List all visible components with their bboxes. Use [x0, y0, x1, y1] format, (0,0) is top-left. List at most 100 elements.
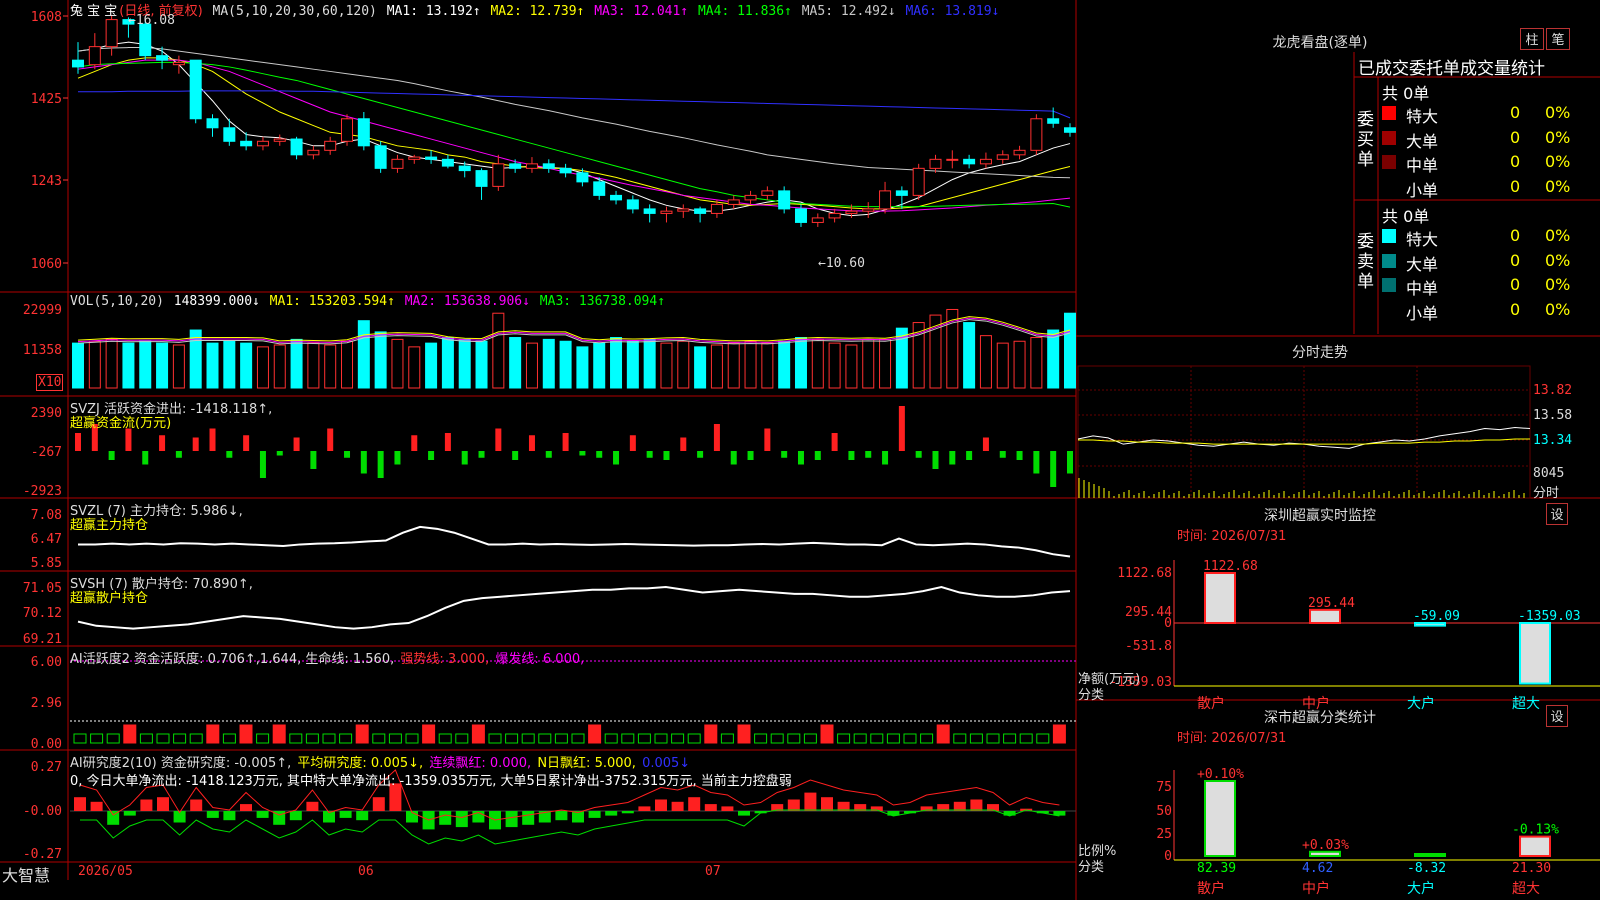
candle-body-18 [374, 145, 387, 169]
ai-research-bar-31 [588, 811, 601, 818]
ai-research-bar-35 [655, 799, 667, 811]
ai-active-bar-50 [903, 733, 917, 744]
cls-cat-0: 散户 [1197, 880, 1225, 897]
ma-value-2: MA2: 12.739↑ [482, 4, 585, 19]
vol-bar-8 [206, 342, 219, 389]
research-last-label: 0.005↓ [642, 756, 691, 771]
candle-body-23 [458, 165, 471, 172]
ma-line-MA6 [78, 90, 1071, 119]
svzj-bar-43 [797, 451, 804, 465]
vol-bar-42 [778, 340, 791, 389]
ai-active-bar-17 [355, 724, 369, 744]
cls-tick-1: 50 [1156, 804, 1172, 819]
ai-active-bar-30 [571, 733, 585, 744]
vol-bar-36 [677, 340, 690, 389]
sell-row-count-0: 0 [1510, 226, 1521, 245]
buy-row-count-2: 0 [1510, 152, 1521, 171]
svzj-bar-13 [293, 437, 300, 451]
svzj-bar-18 [377, 451, 384, 478]
ai-research-bar-9 [223, 811, 236, 821]
sz-tick-3: -531.8 [1125, 639, 1172, 654]
buy-row-pct-1: 0% [1545, 127, 1571, 147]
svzj-bar-0 [75, 433, 81, 451]
svzj-bar-5 [159, 435, 166, 451]
stroke-view-button[interactable]: 笔 [1546, 28, 1570, 50]
vol-bar-55 [996, 342, 1009, 389]
svzj-bar-29 [562, 433, 569, 451]
ai-active-bar-0 [73, 733, 87, 744]
vol-bar-18 [374, 331, 387, 389]
vol-tick-1: 11358 [23, 343, 62, 358]
svzj-bar-2 [108, 451, 115, 460]
svzj-bar-24 [478, 451, 485, 458]
svzl-subtitle: 超赢主力持仓 [70, 518, 149, 533]
sell-row-name-0: 特大 [1406, 230, 1439, 249]
ai-active-bar-34 [637, 733, 651, 744]
ai-research-bar-1 [90, 801, 103, 811]
svzj-bar-28 [545, 451, 552, 458]
buy-row-name-0: 特大 [1406, 107, 1439, 126]
vol-bar-9 [223, 340, 236, 389]
candle-body-33 [626, 199, 639, 210]
ai-active-bar-20 [405, 733, 419, 744]
vol-bar-59 [1064, 312, 1076, 389]
svzj-bar-42 [781, 451, 788, 458]
vol-bar-56 [1013, 340, 1026, 389]
vol-bar-47 [862, 338, 875, 389]
ai-active-bar-38 [704, 724, 718, 744]
svzl-tick-0: 7.08 [31, 508, 62, 523]
cls-tick-2: 25 [1156, 827, 1172, 842]
ai-active-bar-41 [754, 733, 768, 744]
vol-bar-57 [1030, 337, 1043, 389]
svzj-tick-2: -2923 [23, 484, 62, 499]
cls-top-label-0: +0.10% [1197, 767, 1244, 782]
vol-bar-0 [72, 342, 84, 389]
column-view-button[interactable]: 柱 [1520, 28, 1544, 50]
ai-active-bar-3 [123, 724, 137, 744]
vol-value: 148399.000↓ [173, 294, 260, 309]
svzj-bar-55 [999, 451, 1006, 458]
cls-settings-button[interactable]: 设 [1546, 705, 1568, 727]
candle-body-20 [408, 156, 421, 160]
sz-tick-2: 0 [1164, 616, 1172, 631]
svzj-bar-39 [730, 451, 737, 465]
cls-bar-2 [1414, 853, 1446, 857]
candle-body-28 [542, 163, 555, 169]
low-marker: ←10.60 [818, 256, 865, 271]
buy-row-swatch-0 [1382, 106, 1396, 120]
candle-body-17 [357, 118, 370, 147]
ai-research-bar-44 [804, 792, 817, 811]
vol-bar-20 [408, 346, 421, 389]
avg-research-label: 平均研究度: 0.005↓, [297, 756, 424, 771]
candle-body-16 [341, 118, 354, 142]
svzj-bar-16 [344, 451, 351, 458]
ai-research-bar-13 [289, 811, 302, 821]
svzj-bar-49 [898, 406, 905, 451]
svzj-bar-47 [865, 451, 872, 458]
ai-active-bar-18 [372, 733, 386, 744]
ai-active-bar-49 [886, 733, 900, 744]
candle-body-56 [1013, 149, 1026, 156]
vol-bar-1 [88, 340, 101, 389]
svzj-bar-23 [461, 451, 468, 465]
ai-active-bar-39 [720, 733, 734, 744]
cls-time: 时间: 2026/07/31 [1177, 731, 1287, 746]
sell-row-count-3: 0 [1510, 299, 1521, 319]
candle-body-47 [862, 208, 875, 212]
ai-research-bar-36 [671, 801, 684, 811]
cls-stats-title: 深市超赢分类统计 [1264, 710, 1376, 726]
ai-active-tick-2: 0.00 [31, 737, 62, 752]
candle-body-25 [492, 163, 505, 187]
fenshi-title: 分时走势 [1292, 345, 1348, 361]
sell-row-count-2: 0 [1510, 275, 1521, 294]
vol-bar-14 [307, 342, 320, 389]
stock-name: 兔 宝 宝 [70, 4, 118, 19]
svzj-bar-11 [259, 451, 266, 478]
ai-active-bar-4 [139, 733, 153, 744]
ai-active-bar-10 [239, 724, 253, 744]
ai-research-bar-29 [555, 811, 568, 821]
candle-body-21 [425, 156, 438, 160]
sz-settings-button[interactable]: 设 [1546, 503, 1568, 525]
vol-bar-30 [576, 346, 589, 389]
svzj-bar-37 [697, 451, 704, 458]
